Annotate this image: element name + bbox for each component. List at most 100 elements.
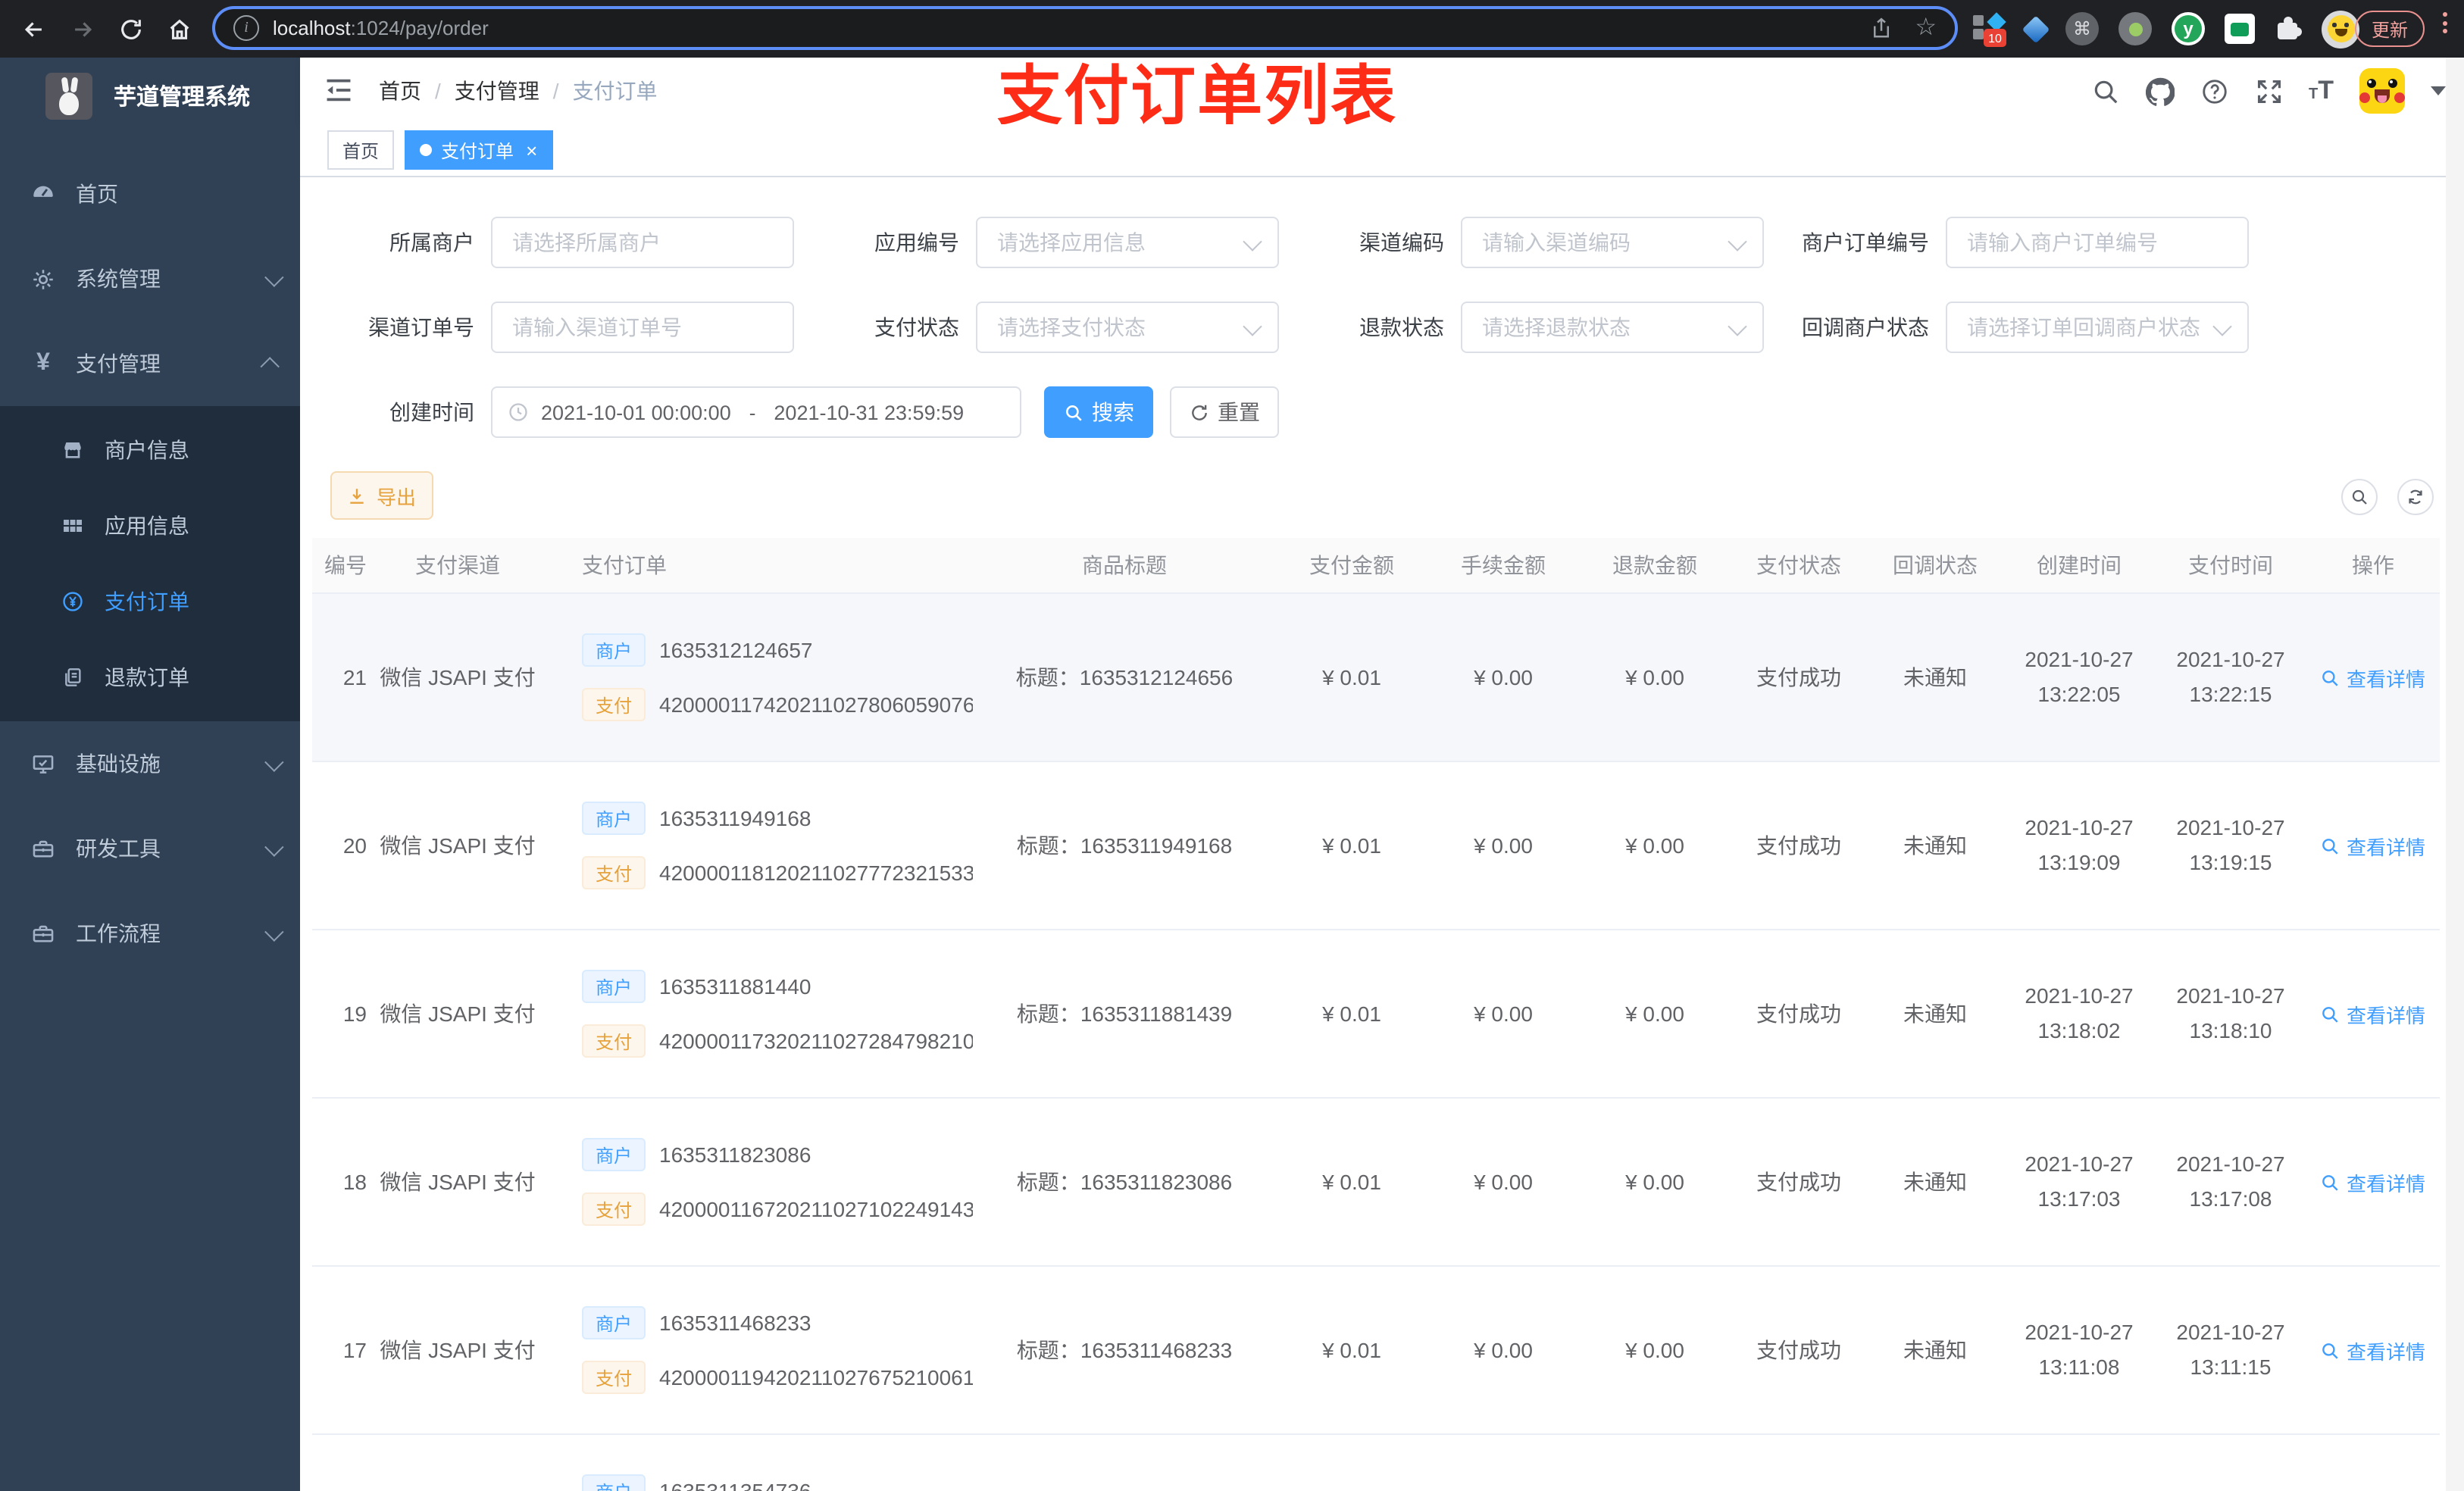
browser-profile-avatar[interactable] <box>2322 10 2359 48</box>
refresh-icon <box>1191 404 1206 420</box>
sidebar-item-refund-order[interactable]: 退款订单 <box>0 639 300 715</box>
notify-status-select[interactable] <box>1946 302 2249 353</box>
pay-status-select[interactable] <box>976 302 1279 353</box>
sidebar-item-system[interactable]: 系统管理 <box>0 236 300 321</box>
merchant-order-no: 1635311468233 <box>659 1311 811 1335</box>
close-tab-icon[interactable]: × <box>526 140 537 160</box>
payment-submenu: 商户信息 应用信息 支付订单 退款订单 <box>0 406 300 721</box>
channel-order-no-input[interactable] <box>491 302 794 353</box>
sidebar-item-dev-tools[interactable]: 研发工具 <box>0 806 300 891</box>
pay-order-icon <box>61 589 85 614</box>
cell-channel: 微信 JSAPI 支付 <box>367 761 549 930</box>
extension-command-icon[interactable]: ⌘ <box>2065 12 2099 45</box>
sidebar-item-label: 基础设施 <box>76 752 161 776</box>
view-details-link[interactable]: 查看详情 <box>2321 663 2425 692</box>
search-icon <box>1065 405 1081 420</box>
merchant-order-no: 1635311949168 <box>659 806 811 830</box>
logo-image <box>45 72 92 119</box>
cell-channel: 微信 JSAPI 支付 <box>367 1266 549 1435</box>
col-amount: 支付金额 <box>1276 538 1427 594</box>
magnifier-icon <box>2323 670 2339 686</box>
merchant-order-no-input[interactable] <box>1946 217 2249 268</box>
chevron-down-icon <box>264 752 284 771</box>
sidebar-item-infrastructure[interactable]: 基础设施 <box>0 721 300 806</box>
view-details-link[interactable]: 查看详情 <box>2321 831 2425 860</box>
view-details-link[interactable]: 查看详情 <box>2321 1167 2425 1196</box>
cell-paid: 2021-10-27 13:18:10 <box>2155 930 2306 1099</box>
search-button[interactable]: 搜索 <box>1044 386 1153 438</box>
browser-reload-button[interactable] <box>112 11 149 47</box>
navbar: 首页 / 支付管理 / 支付订单 支付订单列表 TT <box>300 58 2464 133</box>
view-details-link[interactable]: 查看详情 <box>2321 1336 2425 1364</box>
view-details-link[interactable]: 查看详情 <box>2321 999 2425 1028</box>
sidebar-item-label: 工作流程 <box>76 921 161 946</box>
view-details-label: 查看详情 <box>2346 1172 2425 1195</box>
filter-label-notify-status: 回调商户状态 <box>1802 315 1929 339</box>
tab-label: 首页 <box>342 140 380 161</box>
magnifier-icon <box>2323 1174 2339 1190</box>
channel-pay-no: 4200001194202110276752100612 <box>659 1365 973 1389</box>
browser-back-button[interactable] <box>15 11 52 47</box>
sidebar-item-label: 系统管理 <box>76 267 161 291</box>
refresh-table-button[interactable] <box>2397 479 2434 515</box>
fullscreen-icon[interactable] <box>2254 77 2283 105</box>
reset-button[interactable]: 重置 <box>1170 386 1279 438</box>
filter-label-refund-status: 退款状态 <box>1359 315 1444 339</box>
cell-fee: ¥ 0.00 <box>1427 930 1579 1099</box>
extension-grid-icon[interactable]: 10 <box>1973 12 2006 47</box>
user-avatar[interactable] <box>2359 68 2405 114</box>
app-select[interactable] <box>976 217 1279 268</box>
cell-created: 2021-10-27 13:18:02 <box>2003 930 2155 1099</box>
breadcrumb-home[interactable]: 首页 <box>379 76 421 106</box>
font-size-icon[interactable]: TT <box>2309 77 2334 105</box>
col-actions: 操作 <box>2306 538 2440 594</box>
merchant-tag: 商户 <box>582 970 646 1003</box>
extensions-puzzle-icon[interactable] <box>2275 15 2302 42</box>
browser-menu-icon[interactable] <box>2443 12 2447 33</box>
avatar-caret-icon[interactable] <box>2431 86 2446 103</box>
cell-title: 标题：1635311881439 <box>973 930 1276 1099</box>
channel-code-select[interactable] <box>1461 217 1764 268</box>
chevron-down-icon <box>264 836 284 856</box>
cell-channel: 微信 JSAPI 支付 <box>367 593 549 762</box>
sidebar-item-workflow[interactable]: 工作流程 <box>0 891 300 976</box>
cell-fee: ¥ 0.00 <box>1427 1266 1579 1435</box>
sidebar-item-merchant-info[interactable]: 商户信息 <box>0 412 300 488</box>
sidebar-logo[interactable]: 芋道管理系统 <box>0 58 300 133</box>
collapse-sidebar-icon[interactable] <box>324 77 353 103</box>
channel-pay-no: 4200001174202110278060590766 <box>659 692 973 717</box>
browser-home-button[interactable] <box>161 11 197 47</box>
cell-paid: 2021-10-27 13:22:15 <box>2155 593 2306 762</box>
scrollbar-gutter[interactable] <box>2446 58 2464 1491</box>
tab-pay-order[interactable]: 支付订单 × <box>405 130 553 170</box>
merchant-tag: 商户 <box>582 1138 646 1171</box>
browser-update-button[interactable]: 更新 <box>2355 11 2425 47</box>
export-button[interactable]: 导出 <box>330 471 433 520</box>
breadcrumb-payment[interactable]: 支付管理 <box>455 76 539 106</box>
extension-chat-icon[interactable] <box>2225 14 2255 44</box>
refund-status-select[interactable] <box>1461 302 1764 353</box>
sidebar-item-payment[interactable]: ¥ 支付管理 <box>0 321 300 406</box>
browser-forward-button[interactable] <box>64 11 100 47</box>
view-details-label: 查看详情 <box>2346 1004 2425 1027</box>
sidebar-item-pay-order[interactable]: 支付订单 <box>0 564 300 639</box>
extension-kite-icon[interactable] <box>2022 14 2050 43</box>
share-icon[interactable] <box>1869 17 1892 39</box>
extension-dot-icon[interactable] <box>2118 12 2152 45</box>
main-area: 首页 / 支付管理 / 支付订单 支付订单列表 TT 首页 支付订单 × 所属商… <box>300 58 2464 1491</box>
cell-channel: 微信 JSAPI 支付 <box>367 1098 549 1267</box>
sidebar-item-home[interactable]: 首页 <box>0 152 300 236</box>
site-info-icon[interactable]: i <box>233 15 259 41</box>
extension-y-icon[interactable]: y <box>2172 12 2205 45</box>
date-range-picker[interactable]: 2021-10-01 00:00:00 - 2021-10-31 23:59:5… <box>491 386 1021 438</box>
tab-label: 支付订单 <box>441 140 514 161</box>
github-icon[interactable] <box>2145 77 2174 105</box>
tab-home[interactable]: 首页 <box>327 130 395 170</box>
bookmark-star-icon[interactable]: ☆ <box>1915 15 1937 40</box>
help-icon[interactable] <box>2200 77 2228 105</box>
toggle-search-button[interactable] <box>2341 479 2378 515</box>
sidebar-item-app-info[interactable]: 应用信息 <box>0 488 300 564</box>
merchant-select[interactable] <box>491 217 794 268</box>
search-icon[interactable] <box>2090 77 2119 105</box>
col-notify-status: 回调状态 <box>1867 538 2003 594</box>
